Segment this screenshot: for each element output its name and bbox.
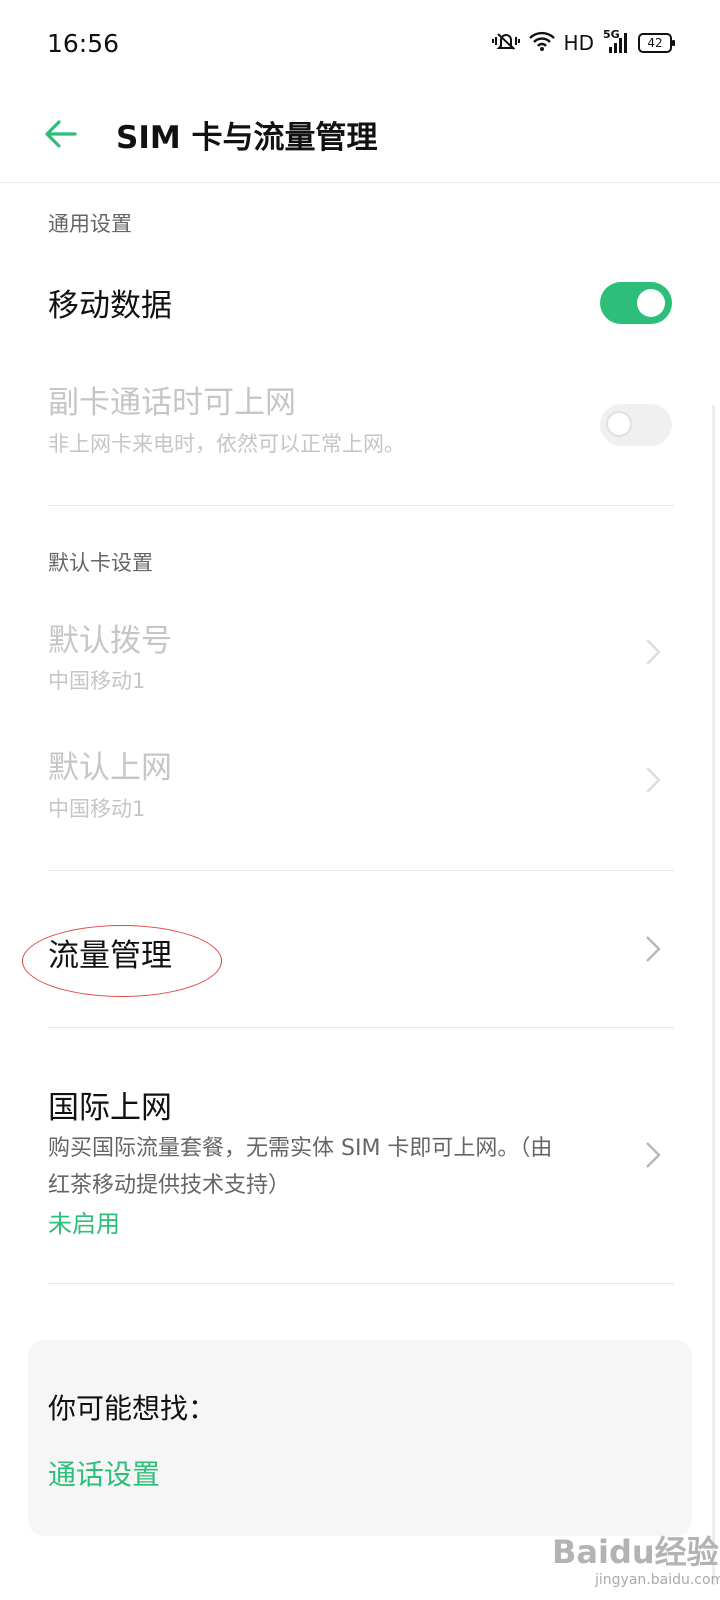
- chevron-right-icon: [643, 765, 663, 795]
- baidu-watermark: Baidu经验: [552, 1533, 719, 1571]
- international-desc-1: 购买国际流量套餐，无需实体 SIM 卡即可上网。（由: [48, 1136, 553, 1161]
- network-type: 5G: [603, 28, 620, 41]
- toggle-knob: [637, 289, 665, 317]
- highlight-annotation: [22, 925, 222, 997]
- page-title: SIM 卡与流量管理: [116, 120, 378, 156]
- secondary-card-toggle[interactable]: [600, 404, 672, 446]
- chevron-right-icon: [643, 637, 663, 667]
- default-internet-value: 中国移动1: [48, 797, 146, 821]
- default-dial-title[interactable]: 默认拨号: [48, 615, 172, 660]
- signal-icon: 5G: [603, 28, 629, 54]
- status-time: 16:56: [47, 29, 120, 58]
- toggle-knob: [606, 411, 632, 437]
- divider: [48, 1027, 674, 1028]
- international-internet-title[interactable]: 国际上网: [48, 1082, 172, 1127]
- divider: [48, 1283, 674, 1284]
- secondary-card-subtitle: 非上网卡来电时，依然可以正常上网。: [48, 432, 405, 456]
- mobile-data-title: 移动数据: [48, 288, 172, 324]
- international-desc-2: 红茶移动提供技术支持）: [48, 1173, 291, 1198]
- section-label-default-card: 默认卡设置: [48, 551, 153, 575]
- battery-icon: 42: [638, 33, 675, 53]
- status-icons: HD 5G 42: [491, 28, 675, 56]
- call-settings-link[interactable]: 通话设置: [48, 1453, 160, 1493]
- secondary-card-title: 副卡通话时可上网: [48, 385, 296, 421]
- back-arrow-icon[interactable]: [43, 116, 79, 152]
- watermark-url: jingyan.baidu.com: [595, 1572, 720, 1588]
- default-dial-value: 中国移动1: [48, 669, 146, 693]
- section-label-general: 通用设置: [48, 212, 132, 236]
- suggestion-title: 你可能想找：: [48, 1392, 217, 1425]
- mobile-data-toggle[interactable]: [600, 282, 672, 324]
- divider: [48, 505, 674, 506]
- international-status: 未启用: [48, 1210, 120, 1238]
- hd-label: HD: [563, 31, 594, 55]
- chevron-right-icon: [643, 934, 663, 964]
- wifi-icon: [528, 31, 555, 56]
- vibrate-icon: [491, 31, 520, 56]
- scrollbar[interactable]: [712, 405, 715, 1585]
- divider: [48, 870, 674, 871]
- chevron-right-icon: [643, 1140, 663, 1170]
- suggestion-card: [28, 1340, 692, 1536]
- default-internet-title[interactable]: 默认上网: [48, 742, 172, 787]
